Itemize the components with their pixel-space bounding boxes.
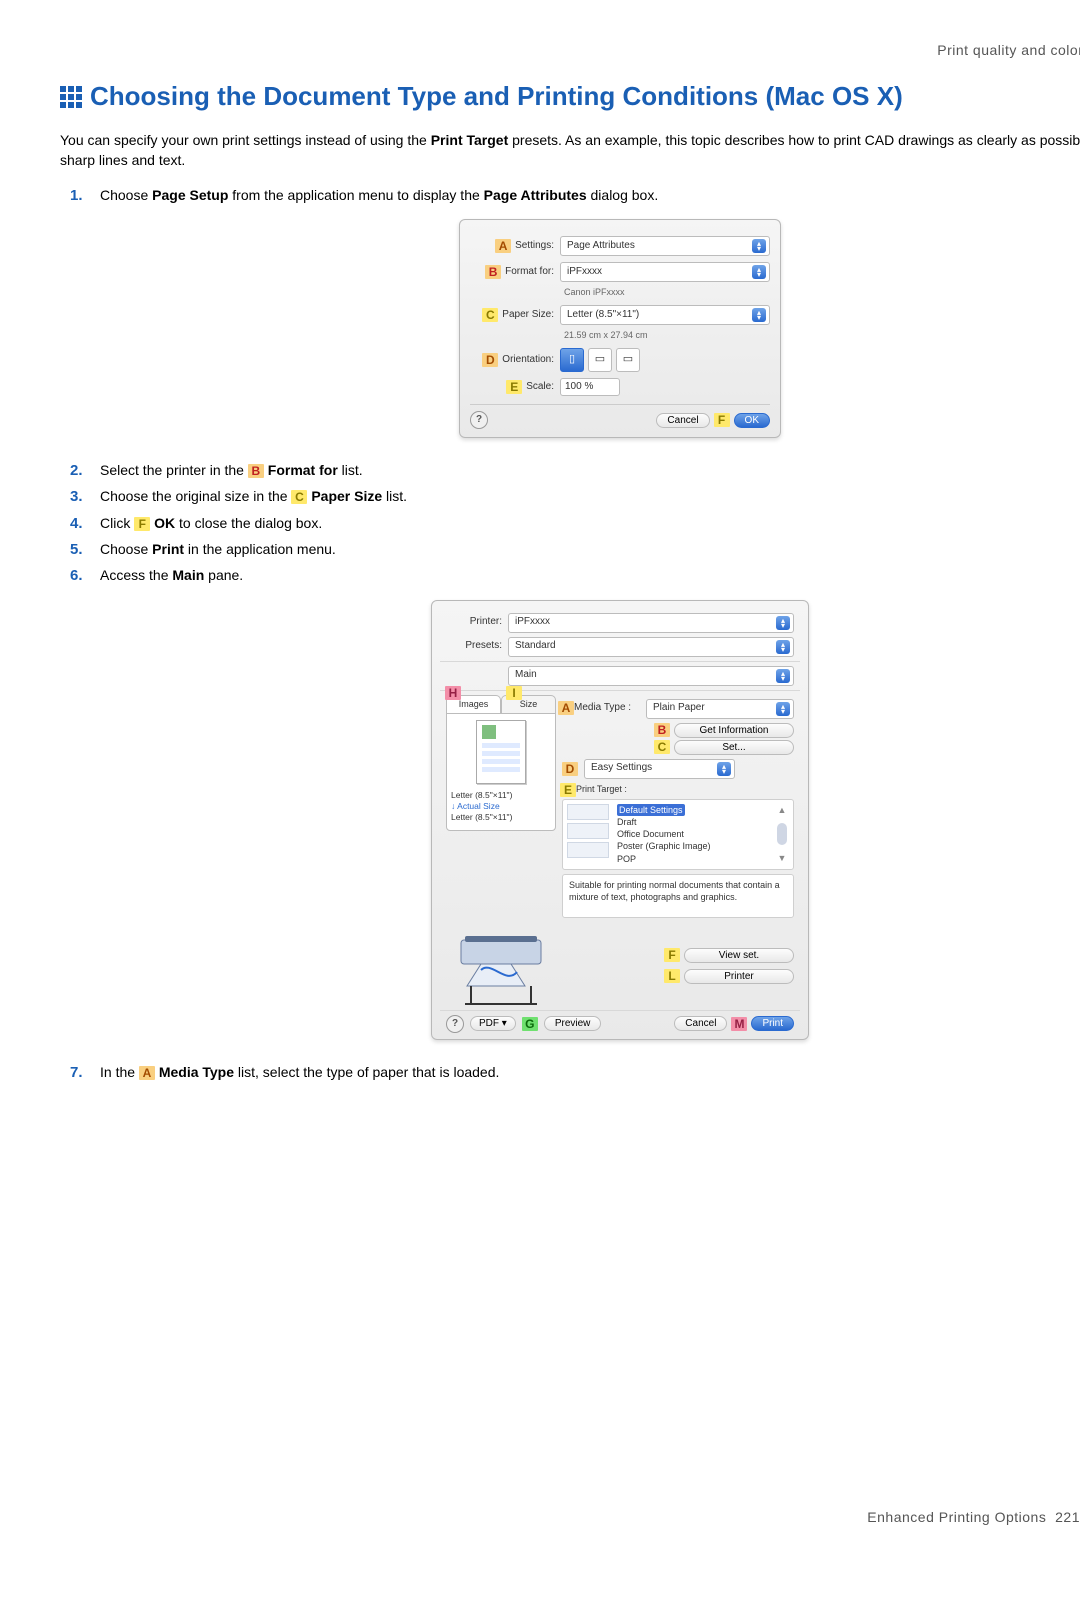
page-title: Choosing the Document Type and Printing …	[90, 80, 903, 114]
cancel-button[interactable]: Cancel	[674, 1016, 727, 1031]
preview-button[interactable]: Preview	[544, 1016, 602, 1031]
orientation-landscape[interactable]: ▭	[588, 348, 612, 372]
page-setup-dialog: A Settings: Page Attributes B Format for…	[459, 219, 781, 438]
preview-thumbnail: Letter (8.5"×11") ↓ Actual Size Letter (…	[446, 713, 556, 831]
callout-c2: C	[654, 740, 670, 754]
callout-h: H	[445, 686, 461, 700]
callout-d2: D	[562, 762, 578, 776]
format-for-select[interactable]: iPFxxxx	[560, 262, 770, 282]
scale-input[interactable]: 100 %	[560, 378, 620, 396]
step-4: 4. Click F OK to close the dialog box.	[100, 513, 1080, 533]
step-6: 6. Access the Main pane. Printer: iPFxxx…	[100, 565, 1080, 1040]
media-type-select[interactable]: Plain Paper	[646, 699, 794, 719]
callout-b: B	[485, 265, 501, 279]
print-target-label: Print Target :	[576, 784, 627, 794]
updown-icon	[752, 265, 766, 279]
callout-c: C	[482, 308, 498, 322]
updown-icon	[776, 669, 790, 683]
callout-d: D	[482, 353, 498, 367]
step-3: 3. Choose the original size in the C Pap…	[100, 486, 1080, 506]
target-description: Suitable for printing normal documents t…	[562, 874, 794, 918]
presets-select[interactable]: Standard	[508, 637, 794, 657]
print-dialog: Printer: iPFxxxx Presets: Standard Main	[431, 600, 809, 1040]
get-information-button[interactable]: Get Information	[674, 723, 794, 738]
step-2: 2. Select the printer in the B Format fo…	[100, 460, 1080, 480]
callout-a2: A	[558, 701, 574, 715]
callout-e: E	[506, 380, 522, 394]
format-for-subtext: Canon iPFxxxx	[564, 286, 770, 299]
tab-images[interactable]: H Images	[446, 695, 501, 713]
step-7: 7. In the A Media Type list, select the …	[100, 1062, 1080, 1082]
pdf-button[interactable]: PDF ▾	[470, 1016, 516, 1031]
callout-i: I	[506, 686, 522, 700]
printer-button[interactable]: Printer	[684, 969, 794, 984]
pane-select[interactable]: Main	[508, 666, 794, 686]
page-footer: Enhanced Printing Options 221	[867, 1507, 1080, 1527]
callout-m: M	[731, 1017, 747, 1031]
callout-e2: E	[560, 783, 576, 797]
easy-settings-select[interactable]: Easy Settings	[584, 759, 735, 779]
orientation-reverse-landscape[interactable]: ▭	[616, 348, 640, 372]
view-set-button[interactable]: View set.	[684, 948, 794, 963]
orientation-portrait[interactable]: ▯	[560, 348, 584, 372]
print-button[interactable]: Print	[751, 1016, 794, 1031]
callout-f2: F	[664, 948, 680, 962]
updown-icon	[776, 616, 790, 630]
callout-g: G	[522, 1017, 538, 1031]
intro-paragraph: You can specify your own print settings …	[60, 130, 1080, 171]
updown-icon	[776, 702, 790, 716]
updown-icon	[776, 640, 790, 654]
step-5: 5. Choose Print in the application menu.	[100, 539, 1080, 559]
grid-icon	[60, 86, 82, 108]
updown-icon	[717, 762, 731, 776]
section-header: Print quality and color settings	[60, 40, 1080, 60]
help-icon[interactable]: ?	[470, 411, 488, 429]
callout-f: F	[714, 413, 730, 427]
ok-button[interactable]: OK	[734, 413, 770, 428]
paper-size-subtext: 21.59 cm x 27.94 cm	[564, 329, 770, 342]
print-target-list[interactable]: Default Settings Draft Office Document P…	[562, 799, 794, 870]
printer-select[interactable]: iPFxxxx	[508, 613, 794, 633]
printer-illustration	[446, 926, 556, 1006]
updown-icon	[752, 308, 766, 322]
settings-select[interactable]: Page Attributes	[560, 236, 770, 256]
paper-size-select[interactable]: Letter (8.5"×11")	[560, 305, 770, 325]
cancel-button[interactable]: Cancel	[656, 413, 709, 428]
step-1: 1. Choose Page Setup from the applicatio…	[100, 185, 1080, 438]
scrollbar[interactable]: ▲▼	[775, 804, 789, 865]
help-icon[interactable]: ?	[446, 1015, 464, 1033]
callout-a: A	[495, 239, 511, 253]
updown-icon	[752, 239, 766, 253]
set-button[interactable]: Set...	[674, 740, 794, 755]
callout-l: L	[664, 969, 680, 983]
callout-b2: B	[654, 723, 670, 737]
tab-size[interactable]: I Size	[501, 695, 556, 713]
